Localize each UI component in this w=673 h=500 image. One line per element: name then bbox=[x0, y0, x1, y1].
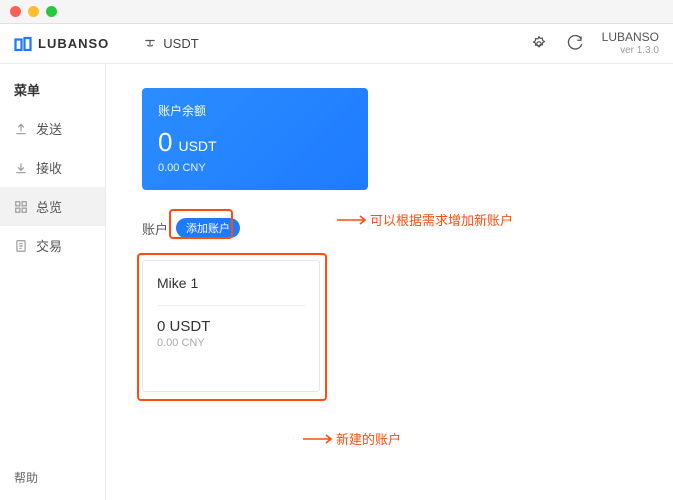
main-content: 账户余额 0 USDT 0.00 CNY 账户 添加账户 Mike 1 0 US… bbox=[106, 64, 673, 500]
sidebar-item-receive[interactable]: 接收 bbox=[0, 148, 105, 187]
balance-fiat: 0.00 CNY bbox=[158, 162, 352, 174]
balance-title: 账户余额 bbox=[158, 102, 352, 119]
annotation-text: 新建的账户 bbox=[336, 429, 401, 448]
account-fiat: 0.00 CNY bbox=[157, 337, 305, 349]
settings-icon[interactable] bbox=[530, 35, 548, 53]
balance-amount: 0 USDT bbox=[158, 127, 352, 158]
brand-logo-block: LUBANSO bbox=[14, 35, 109, 53]
currency-selector[interactable]: USDT bbox=[143, 36, 198, 51]
version-name: LUBANSO bbox=[602, 30, 659, 44]
close-window-button[interactable] bbox=[10, 6, 21, 17]
annotation-text: 可以根据需求增加新账户 bbox=[370, 210, 513, 229]
upload-icon bbox=[14, 122, 28, 136]
divider bbox=[157, 305, 305, 306]
account-balance: 0 USDT bbox=[157, 318, 305, 335]
balance-unit: USDT bbox=[178, 138, 216, 154]
sidebar-item-label: 交易 bbox=[36, 236, 62, 255]
sidebar-item-overview[interactable]: 总览 bbox=[0, 187, 105, 226]
menu-title: 菜单 bbox=[0, 72, 105, 109]
version-block: LUBANSO ver 1.3.0 bbox=[602, 30, 659, 56]
balance-card: 账户余额 0 USDT 0.00 CNY bbox=[142, 88, 368, 190]
sidebar-item-label: 发送 bbox=[36, 119, 62, 138]
arrow-right-icon bbox=[336, 215, 370, 225]
add-account-button[interactable]: 添加账户 bbox=[176, 218, 240, 238]
accounts-label: 账户 bbox=[142, 219, 168, 238]
sidebar: 菜单 发送 接收 总览 交易 帮助 bbox=[0, 64, 106, 500]
sidebar-item-send[interactable]: 发送 bbox=[0, 109, 105, 148]
lubanso-logo-icon bbox=[14, 35, 32, 53]
dashboard-icon bbox=[14, 200, 28, 214]
maximize-window-button[interactable] bbox=[46, 6, 57, 17]
balance-value: 0 bbox=[158, 127, 172, 158]
account-card[interactable]: Mike 1 0 USDT 0.00 CNY bbox=[142, 260, 320, 392]
currency-label: USDT bbox=[163, 36, 198, 51]
account-name: Mike 1 bbox=[157, 275, 305, 291]
sidebar-item-label: 总览 bbox=[36, 197, 62, 216]
sidebar-item-transactions[interactable]: 交易 bbox=[0, 226, 105, 265]
minimize-window-button[interactable] bbox=[28, 6, 39, 17]
tether-icon bbox=[143, 37, 157, 51]
version-number: ver 1.3.0 bbox=[602, 45, 659, 57]
annotation-arrow-add: 可以根据需求增加新账户 bbox=[336, 210, 513, 229]
document-icon bbox=[14, 239, 28, 253]
help-link[interactable]: 帮助 bbox=[0, 455, 105, 500]
arrow-right-icon bbox=[302, 434, 336, 444]
download-icon bbox=[14, 161, 28, 175]
sidebar-item-label: 接收 bbox=[36, 158, 62, 177]
brand-name: LUBANSO bbox=[38, 36, 109, 51]
annotation-arrow-new: 新建的账户 bbox=[302, 429, 401, 448]
mac-titlebar bbox=[0, 0, 673, 24]
refresh-icon[interactable] bbox=[566, 35, 584, 53]
app-header: LUBANSO USDT LUBANSO ver 1.3.0 bbox=[0, 24, 673, 64]
